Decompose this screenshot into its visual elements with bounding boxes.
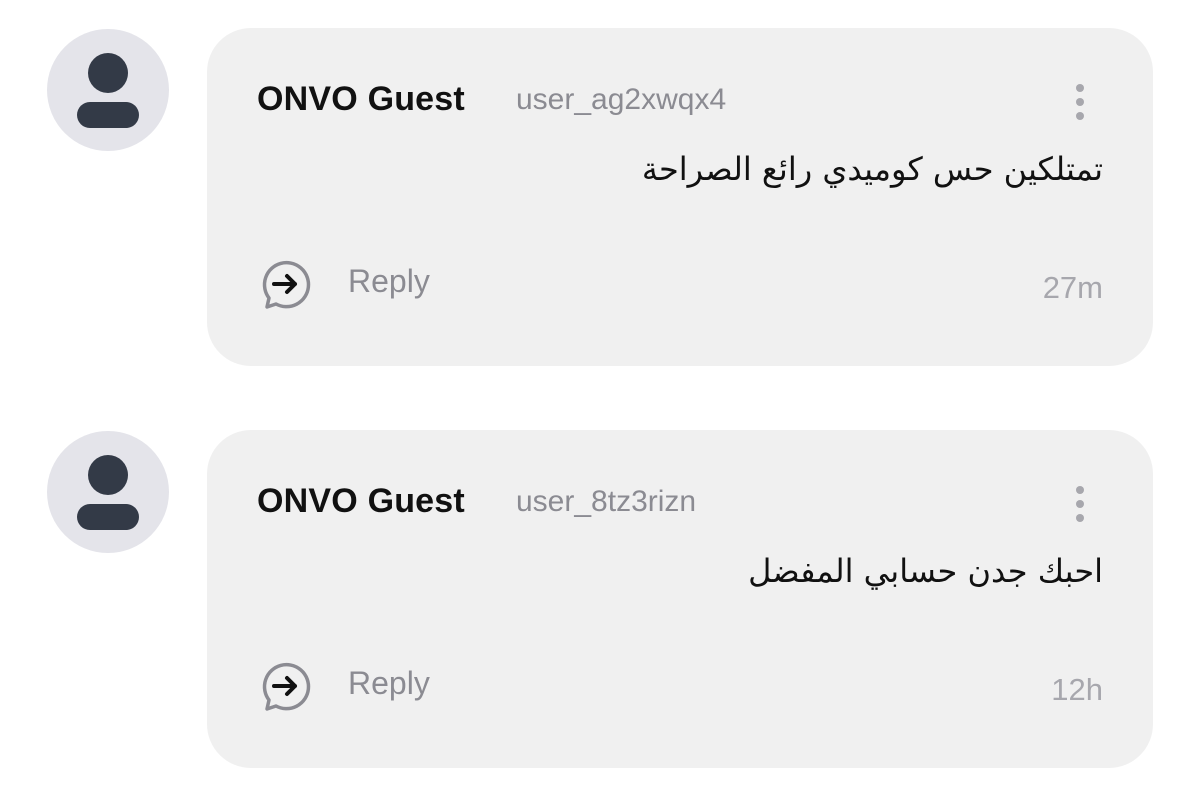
reply-button[interactable]: Reply <box>348 263 430 300</box>
user-avatar-icon[interactable] <box>47 29 169 151</box>
comment-author[interactable]: ONVO Guest <box>257 482 465 521</box>
comment-author[interactable]: ONVO Guest <box>257 80 465 119</box>
comment-item: ONVO Guest user_8tz3rizn احبك جدن حسابي … <box>0 430 1200 770</box>
comment-handle[interactable]: user_ag2xwqx4 <box>516 83 726 117</box>
more-vertical-icon[interactable] <box>1068 82 1092 122</box>
comment-bubble: ONVO Guest user_ag2xwqx4 تمتلكين حس كومي… <box>207 28 1153 366</box>
comment-timestamp: 27m <box>1042 270 1103 305</box>
more-vertical-icon[interactable] <box>1068 484 1092 524</box>
comment-handle[interactable]: user_8tz3rizn <box>516 485 696 519</box>
reply-arrow-icon[interactable] <box>255 254 315 314</box>
comment-message: احبك جدن حسابي المفضل <box>748 552 1103 590</box>
avatar-body <box>77 102 139 128</box>
comment-bubble: ONVO Guest user_8tz3rizn احبك جدن حسابي … <box>207 430 1153 768</box>
user-avatar-icon[interactable] <box>47 431 169 553</box>
comment-timestamp: 12h <box>1051 672 1103 707</box>
avatar-body <box>77 504 139 530</box>
reply-button[interactable]: Reply <box>348 665 430 702</box>
reply-arrow-icon[interactable] <box>255 656 315 716</box>
comment-item: ONVO Guest user_ag2xwqx4 تمتلكين حس كومي… <box>0 28 1200 368</box>
avatar-head <box>88 53 128 93</box>
avatar-head <box>88 455 128 495</box>
comment-message: تمتلكين حس كوميدي رائع الصراحة <box>641 150 1103 188</box>
